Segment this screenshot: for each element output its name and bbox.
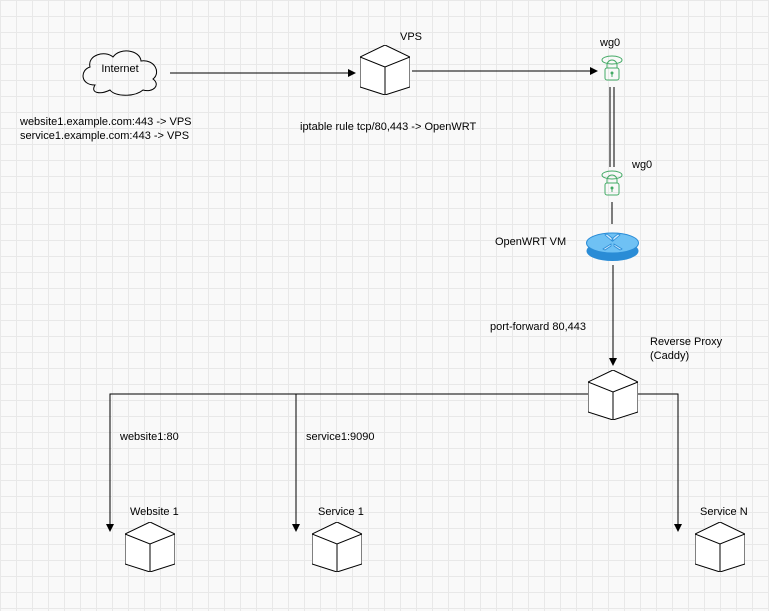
website1-node xyxy=(125,522,175,572)
service1-title: Service 1 xyxy=(318,505,364,519)
website1-title: Website 1 xyxy=(130,505,179,519)
internet-label: Internet xyxy=(75,63,165,75)
line-wg0-router xyxy=(610,202,614,224)
vps-node xyxy=(360,45,410,95)
reverse-proxy-label: Reverse Proxy (Caddy) xyxy=(650,335,722,364)
openwrt-router-icon xyxy=(585,225,640,263)
serviceN-node xyxy=(695,522,745,572)
openwrt-label: OpenWRT VM xyxy=(495,235,566,249)
arrow-internet-vps xyxy=(170,68,355,78)
arrow-vps-wg0 xyxy=(412,66,597,76)
internet-cloud: Internet xyxy=(75,45,165,97)
arrow-proxy-serviceN xyxy=(638,394,688,534)
edge-website1-label: website1:80 xyxy=(120,430,179,444)
dns-entry-1: website1.example.com:443 -> VPS xyxy=(20,115,192,129)
dns-entry-2: service1.example.com:443 -> VPS xyxy=(20,129,192,143)
reverse-proxy-line2: (Caddy) xyxy=(650,349,722,363)
service1-node xyxy=(312,522,362,572)
wg0-bottom-icon xyxy=(600,170,624,200)
edge-service1-label: service1:9090 xyxy=(306,430,375,444)
serviceN-title: Service N xyxy=(700,505,748,519)
dns-entries: website1.example.com:443 -> VPS service1… xyxy=(20,115,192,144)
tunnel-line xyxy=(607,87,619,167)
reverse-proxy-node xyxy=(588,370,638,420)
arrow-router-proxy xyxy=(608,265,618,365)
iptables-rule: iptable rule tcp/80,443 -> OpenWRT xyxy=(300,120,476,134)
wg0-bottom-label: wg0 xyxy=(632,158,652,172)
reverse-proxy-line1: Reverse Proxy xyxy=(650,335,722,349)
wg0-top-icon xyxy=(600,55,624,85)
port-forward-label: port-forward 80,443 xyxy=(490,320,586,334)
wg0-top-label: wg0 xyxy=(600,36,620,50)
vps-title: VPS xyxy=(400,30,422,44)
